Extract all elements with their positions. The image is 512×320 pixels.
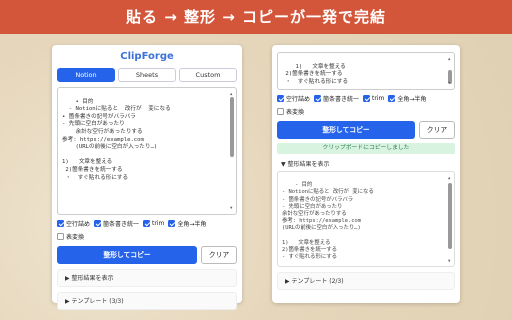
checkbox-icon[interactable] bbox=[277, 95, 284, 102]
textarea-scrollbar[interactable]: ▲ ▼ bbox=[230, 91, 234, 211]
textarea-scrollbar[interactable]: ▲ ▼ bbox=[448, 56, 452, 86]
action-row: 整形してコピー クリア bbox=[277, 121, 455, 139]
promo-banner: 貼る → 整形 → コピーが一発で完結 bbox=[0, 0, 512, 34]
checkbox-icon[interactable] bbox=[57, 233, 64, 240]
checkbox-icon[interactable] bbox=[143, 220, 151, 227]
result-output[interactable]: - 目的 - Notionに貼ると 改行が 変になる - 箇条書きの記号がバラバ… bbox=[277, 171, 455, 267]
mode-tabs: Notion Sheets Custom bbox=[57, 68, 237, 82]
result-scrollbar[interactable]: ▲ ▼ bbox=[448, 175, 452, 263]
option-blank-lines[interactable]: 空行詰め bbox=[57, 219, 90, 228]
popup-panel-right: 1) 文章を整える 2)箇条書きを統一する ・ すぐ貼れる形にする ▲ ▼ 空行… bbox=[272, 45, 460, 303]
input-textarea[interactable]: 1) 文章を整える 2)箇条書きを統一する ・ すぐ貼れる形にする ▲ ▼ bbox=[277, 52, 455, 90]
tab-sheets[interactable]: Sheets bbox=[118, 68, 176, 82]
scroll-up-icon[interactable]: ▲ bbox=[448, 174, 450, 181]
app-title: ClipForge bbox=[120, 51, 174, 62]
input-text: • 目的 - Notionに貼ると 改行が 変になる • 箇条書きの記号がバラバ… bbox=[62, 98, 171, 181]
scroll-up-icon[interactable]: ▲ bbox=[448, 55, 450, 63]
checkbox-icon[interactable] bbox=[388, 95, 396, 102]
result-text: - 目的 - Notionに貼ると 改行が 変になる - 箇条書きの記号がバラバ… bbox=[282, 182, 374, 261]
option-width[interactable]: 全角→半角 bbox=[168, 219, 206, 228]
scroll-down-icon[interactable]: ▼ bbox=[448, 257, 450, 264]
action-row: 整形してコピー クリア bbox=[57, 246, 237, 264]
copied-toast: クリップボードにコピーしました bbox=[277, 143, 455, 154]
options-row: 空行詰め 箇条書き統一 trim 全角→半角 表変換 bbox=[277, 94, 455, 116]
option-trim[interactable]: trim bbox=[143, 220, 164, 227]
template-toggle[interactable]: ▶ テンプレート (2/3) bbox=[277, 272, 455, 290]
checkbox-icon[interactable] bbox=[168, 220, 176, 227]
scroll-down-icon[interactable]: ▼ bbox=[230, 204, 232, 212]
clear-button[interactable]: クリア bbox=[201, 246, 237, 264]
input-textarea[interactable]: • 目的 - Notionに貼ると 改行が 変になる • 箇条書きの記号がバラバ… bbox=[57, 87, 237, 215]
checkbox-icon[interactable] bbox=[94, 220, 102, 227]
scroll-thumb[interactable] bbox=[230, 97, 234, 157]
template-toggle[interactable]: ▶ テンプレート (3/3) bbox=[57, 292, 237, 310]
option-blank-lines[interactable]: 空行詰め bbox=[277, 94, 310, 103]
checkbox-icon[interactable] bbox=[57, 220, 64, 227]
option-width[interactable]: 全角→半角 bbox=[388, 94, 426, 103]
result-toggle[interactable]: ▼ 整形結果を表示 bbox=[281, 159, 455, 168]
result-toggle[interactable]: ▶ 整形結果を表示 bbox=[57, 269, 237, 287]
tab-custom[interactable]: Custom bbox=[179, 68, 237, 82]
popup-panel-left: ClipForge Notion Sheets Custom • 目的 - No… bbox=[52, 45, 242, 310]
tab-notion[interactable]: Notion bbox=[57, 68, 115, 82]
format-copy-button[interactable]: 整形してコピー bbox=[277, 121, 415, 139]
option-table[interactable]: 表変換 bbox=[277, 107, 304, 116]
checkbox-icon[interactable] bbox=[363, 95, 371, 102]
scroll-thumb[interactable] bbox=[448, 183, 452, 249]
clear-button[interactable]: クリア bbox=[419, 121, 455, 139]
option-trim[interactable]: trim bbox=[363, 95, 384, 102]
option-bullets[interactable]: 箇条書き統一 bbox=[314, 94, 359, 103]
format-copy-button[interactable]: 整形してコピー bbox=[57, 246, 197, 264]
scroll-down-icon[interactable]: ▼ bbox=[448, 79, 450, 87]
options-row: 空行詰め 箇条書き統一 trim 全角→半角 表変換 bbox=[57, 219, 237, 241]
input-text: 1) 文章を整える 2)箇条書きを統一する ・ すぐ貼れる形にする bbox=[285, 63, 349, 85]
option-bullets[interactable]: 箇条書き統一 bbox=[94, 219, 139, 228]
checkbox-icon[interactable] bbox=[314, 95, 322, 102]
option-table[interactable]: 表変換 bbox=[57, 232, 84, 241]
checkbox-icon[interactable] bbox=[277, 108, 284, 115]
